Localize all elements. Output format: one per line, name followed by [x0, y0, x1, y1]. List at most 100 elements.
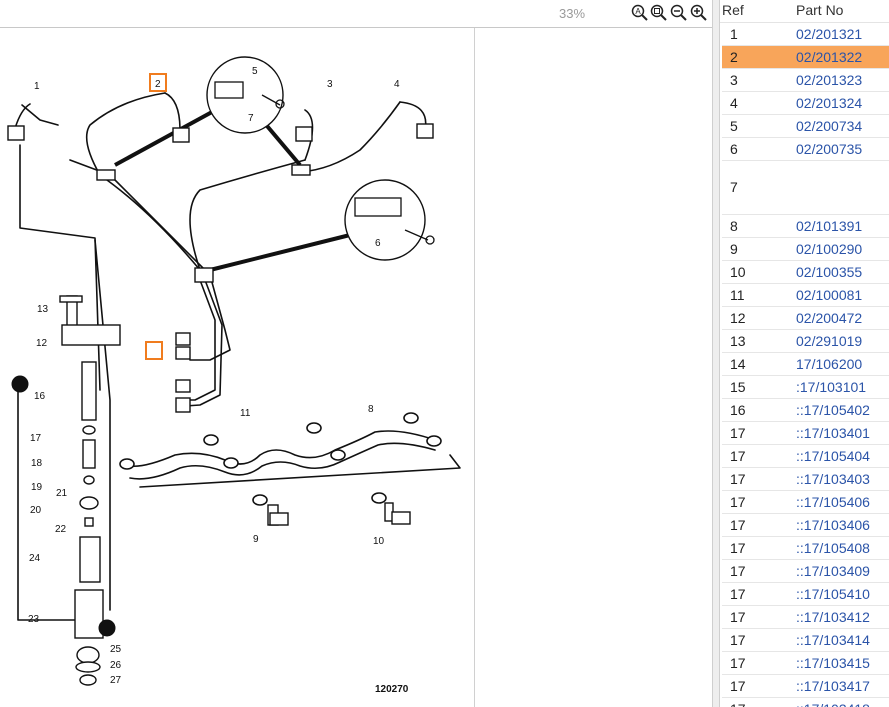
row-part-no[interactable]: ::17/105408 — [796, 540, 870, 556]
callout-11: 11 — [240, 408, 251, 419]
table-row[interactable]: 3 02/201323 — [722, 69, 889, 92]
callout-18: 18 — [31, 458, 43, 469]
row-ref: 1 — [730, 26, 738, 42]
row-part-no[interactable]: :17/103101 — [796, 379, 866, 395]
table-row[interactable]: 7 — [722, 161, 889, 215]
row-part-no[interactable]: 17/106200 — [796, 356, 862, 372]
row-ref: 17 — [730, 609, 746, 625]
row-part-no[interactable]: 02/100081 — [796, 287, 862, 303]
table-row[interactable]: 17::17/103414 — [722, 629, 889, 652]
zoom-fit-icon[interactable]: A — [631, 4, 648, 21]
row-ref: 17 — [730, 632, 746, 648]
row-part-no[interactable]: 02/201324 — [796, 95, 862, 111]
header-part-no: Part No — [796, 2, 844, 18]
row-ref: 17 — [730, 563, 746, 579]
callout-21: 21 — [56, 488, 68, 499]
row-part-no[interactable]: 02/200734 — [796, 118, 862, 134]
callout-19: 19 — [31, 482, 43, 493]
table-row[interactable]: 17::17/103417 — [722, 675, 889, 698]
row-part-no[interactable]: ::17/103403 — [796, 471, 870, 487]
header-ref: Ref — [722, 2, 744, 18]
washers — [119, 412, 442, 506]
row-part-no[interactable]: ::17/103406 — [796, 517, 870, 533]
table-row[interactable]: 8 02/101391 — [722, 215, 889, 238]
table-row[interactable]: 17::17/103406 — [722, 514, 889, 537]
row-part-no[interactable]: ::17/105404 — [796, 448, 870, 464]
parts-rows: 1 02/201321 2 02/201322 3 02/201323 4 02/201324… — [720, 23, 889, 707]
row-part-no[interactable]: 02/291019 — [796, 333, 862, 349]
table-row[interactable]: 14 17/106200 — [722, 353, 889, 376]
row-part-no[interactable]: 02/100355 — [796, 264, 862, 280]
table-row[interactable]: 13 02/291019 — [722, 330, 889, 353]
table-row[interactable]: 9 02/100290 — [722, 238, 889, 261]
row-ref: 17 — [730, 471, 746, 487]
row-part-no[interactable]: ::17/105410 — [796, 586, 870, 602]
callout-9: 9 — [253, 534, 259, 545]
row-part-no[interactable]: ::17/103401 — [796, 425, 870, 441]
row-ref: 13 — [730, 333, 746, 349]
callout-13: 13 — [37, 304, 49, 315]
row-ref: 9 — [730, 241, 738, 257]
callout-3: 3 — [327, 79, 333, 90]
row-part-no[interactable]: 02/201322 — [796, 49, 862, 65]
exploded-parts-diagram[interactable]: 1 2 3 4 5 6 7 8 9 10 11 12 13 14 15 16 1… — [0, 28, 474, 707]
row-part-no[interactable]: ::17/103409 — [796, 563, 870, 579]
table-row[interactable]: 17::17/103418 — [722, 698, 889, 707]
row-ref: 17 — [730, 425, 746, 441]
row-ref: 10 — [730, 264, 746, 280]
row-part-no[interactable]: ::17/105406 — [796, 494, 870, 510]
table-row[interactable]: 11 02/100081 — [722, 284, 889, 307]
table-row[interactable]: 17::17/103415 — [722, 652, 889, 675]
row-ref: 4 — [730, 95, 738, 111]
callout-14-circle — [11, 375, 29, 393]
row-ref: 14 — [730, 356, 746, 372]
row-part-no[interactable]: ::17/103415 — [796, 655, 870, 671]
table-row[interactable]: 17::17/105406 — [722, 491, 889, 514]
row-part-no[interactable]: ::17/103418 — [796, 701, 870, 707]
table-row[interactable]: 15:17/103101 — [722, 376, 889, 399]
zoom-in-icon[interactable] — [690, 4, 707, 21]
zoom-reset-icon[interactable] — [650, 4, 667, 21]
callout-24: 24 — [29, 553, 41, 564]
row-ref: 7 — [730, 179, 738, 195]
callout-16: 16 — [34, 391, 46, 402]
table-row[interactable]: 17::17/105404 — [722, 445, 889, 468]
pane-splitter[interactable] — [712, 0, 720, 707]
table-row[interactable]: 17::17/103403 — [722, 468, 889, 491]
callout-2: 2 — [155, 79, 161, 90]
row-part-no[interactable]: ::17/103417 — [796, 678, 870, 694]
row-part-no[interactable]: 02/101391 — [796, 218, 862, 234]
row-ref: 17 — [730, 540, 746, 556]
table-row[interactable]: 1 02/201321 — [722, 23, 889, 46]
table-row[interactable]: 16::17/105402 — [722, 399, 889, 422]
table-row[interactable]: 17::17/105408 — [722, 537, 889, 560]
row-part-no[interactable]: 02/201323 — [796, 72, 862, 88]
zoom-out-icon[interactable] — [670, 4, 687, 21]
row-ref: 17 — [730, 448, 746, 464]
row-part-no[interactable]: 02/200472 — [796, 310, 862, 326]
row-part-no[interactable]: ::17/105402 — [796, 402, 870, 418]
row-part-no[interactable]: 02/201321 — [796, 26, 862, 42]
parts-table: Ref Part No 1 02/201321 2 02/201322 3 02/2013… — [720, 0, 889, 707]
diagram-viewer: 33% A 1 2 3 4 5 6 7 8 9 10 11 12 13 16 1… — [0, 0, 713, 707]
row-part-no[interactable]: ::17/103414 — [796, 632, 870, 648]
row-ref: 17 — [730, 586, 746, 602]
table-row[interactable]: 10 02/100355 — [722, 261, 889, 284]
parts-table-header: Ref Part No — [720, 0, 889, 23]
table-row[interactable]: 4 02/201324 — [722, 92, 889, 115]
callout-5: 5 — [252, 66, 258, 77]
row-part-no[interactable]: 02/200735 — [796, 141, 862, 157]
viewer-toolbar: 33% A — [0, 0, 712, 28]
table-row[interactable]: 17::17/103409 — [722, 560, 889, 583]
row-part-no[interactable]: 02/100290 — [796, 241, 862, 257]
row-part-no[interactable]: ::17/103412 — [796, 609, 870, 625]
table-row[interactable]: 2 02/201322 — [722, 46, 889, 69]
table-row[interactable]: 12 02/200472 — [722, 307, 889, 330]
row-ref: 6 — [730, 141, 738, 157]
table-row[interactable]: 17::17/105410 — [722, 583, 889, 606]
table-row[interactable]: 6 02/200735 — [722, 138, 889, 161]
table-row[interactable]: 17::17/103412 — [722, 606, 889, 629]
table-row[interactable]: 5 02/200734 — [722, 115, 889, 138]
callout-6: 6 — [375, 238, 381, 249]
table-row[interactable]: 17::17/103401 — [722, 422, 889, 445]
